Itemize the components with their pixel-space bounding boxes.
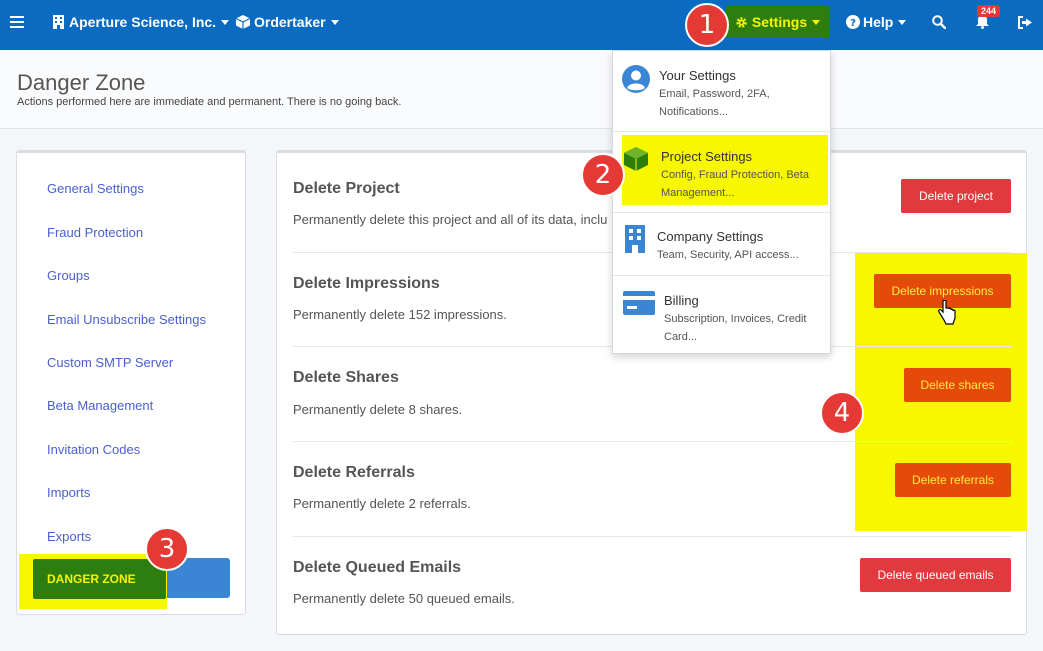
- svg-text:?: ?: [850, 18, 856, 29]
- page-subtitle: Actions performed here are immediate and…: [17, 96, 402, 108]
- dropdown-item-your-settings[interactable]: Your Settings Email, Password, 2FA, Noti…: [613, 51, 830, 131]
- logout-icon[interactable]: [1018, 0, 1033, 44]
- dropdown-item-desc: Email, Password, 2FA, Notifications...: [659, 88, 770, 118]
- section-title-delete-queued-emails: Delete Queued Emails: [293, 559, 462, 576]
- dropdown-item-desc: Config, Fraud Protection, Beta Managemen…: [661, 169, 809, 199]
- dropdown-item-desc: Subscription, Invoices, Credit Card...: [664, 313, 807, 343]
- sidebar-item-custom-smtp[interactable]: Custom SMTP Server: [47, 355, 173, 370]
- org-switcher[interactable]: Aperture Science, Inc.: [53, 0, 230, 44]
- dropdown-item-title: Billing: [664, 293, 699, 308]
- page-header: Danger Zone Actions performed here are i…: [0, 50, 1043, 129]
- chevron-down-icon: [221, 19, 230, 25]
- step-marker-4: 4: [820, 391, 864, 435]
- building-icon: [53, 15, 64, 29]
- settings-menu-button[interactable]: Settings: [726, 6, 829, 38]
- sidebar-item-danger-zone[interactable]: DANGER ZONE: [33, 559, 166, 599]
- chevron-down-icon: [812, 19, 821, 25]
- settings-sidebar: General Settings Fraud Protection Groups…: [16, 150, 246, 615]
- settings-dropdown-menu: Your Settings Email, Password, 2FA, Noti…: [612, 50, 831, 354]
- section-desc-delete-shares: Permanently delete 8 shares.: [293, 402, 463, 417]
- dropdown-item-title: Project Settings: [661, 149, 753, 164]
- delete-queued-emails-button[interactable]: Delete queued emails: [860, 558, 1011, 592]
- help-menu-button[interactable]: ? Help: [846, 0, 907, 44]
- step-marker-3: 3: [145, 527, 189, 571]
- search-icon[interactable]: [932, 0, 946, 44]
- section-desc-delete-queued-emails: Permanently delete 50 queued emails.: [293, 591, 515, 606]
- page-title: Danger Zone: [17, 70, 146, 95]
- sidebar-item-general-settings[interactable]: General Settings: [47, 181, 144, 196]
- section-title-delete-shares: Delete Shares: [293, 369, 399, 386]
- top-navbar: Aperture Science, Inc. Ordertaker Settin…: [0, 0, 1043, 50]
- sidebar-item-groups[interactable]: Groups: [47, 268, 90, 283]
- dropdown-item-company-settings[interactable]: Company Settings Team, Security, API acc…: [613, 213, 830, 275]
- question-circle-icon: ?: [846, 15, 860, 29]
- divider: [293, 441, 1012, 442]
- sidebar-item-beta-management[interactable]: Beta Management: [47, 398, 153, 413]
- settings-label: Settings: [751, 14, 808, 30]
- step-marker-1: 1: [685, 3, 729, 47]
- section-title-delete-referrals: Delete Referrals: [293, 464, 415, 481]
- section-desc-delete-referrals: Permanently delete 2 referrals.: [293, 496, 471, 511]
- divider: [293, 536, 1012, 537]
- delete-shares-button[interactable]: Delete shares: [904, 368, 1011, 402]
- chevron-down-icon: [330, 19, 339, 25]
- sidebar-item-fraud-protection[interactable]: Fraud Protection: [47, 225, 143, 240]
- section-title-delete-project: Delete Project: [293, 180, 400, 197]
- dropdown-item-desc: Team, Security, API access...: [657, 249, 799, 261]
- dropdown-item-project-settings[interactable]: Project Settings Config, Fraud Protectio…: [613, 132, 830, 212]
- help-label: Help: [863, 14, 894, 30]
- cube-icon: [236, 15, 250, 29]
- section-desc-delete-project: Permanently delete this project and all …: [293, 212, 608, 227]
- section-desc-delete-impressions: Permanently delete 152 impressions.: [293, 307, 507, 322]
- project-switcher[interactable]: Ordertaker: [236, 0, 339, 44]
- hand-cursor-icon: [938, 300, 956, 325]
- delete-project-button[interactable]: Delete project: [901, 179, 1011, 213]
- dropdown-item-title: Company Settings: [657, 229, 764, 244]
- org-name: Aperture Science, Inc.: [69, 14, 217, 30]
- sidebar-item-email-unsubscribe[interactable]: Email Unsubscribe Settings: [47, 312, 206, 327]
- notification-count-badge: 244: [977, 5, 1001, 17]
- gear-icon: [736, 16, 747, 28]
- sidebar-item-exports[interactable]: Exports: [47, 529, 91, 544]
- sidebar-item-imports[interactable]: Imports: [47, 485, 90, 500]
- chevron-down-icon: [898, 19, 907, 25]
- hamburger-menu-icon[interactable]: [10, 0, 24, 44]
- delete-referrals-button[interactable]: Delete referrals: [895, 463, 1011, 497]
- dropdown-item-title: Your Settings: [659, 68, 736, 83]
- section-title-delete-impressions: Delete Impressions: [293, 275, 440, 292]
- step-marker-2: 2: [581, 153, 625, 197]
- sidebar-item-invitation-codes[interactable]: Invitation Codes: [47, 442, 140, 457]
- dropdown-item-billing[interactable]: Billing Subscription, Invoices, Credit C…: [613, 276, 830, 354]
- project-name: Ordertaker: [254, 14, 326, 30]
